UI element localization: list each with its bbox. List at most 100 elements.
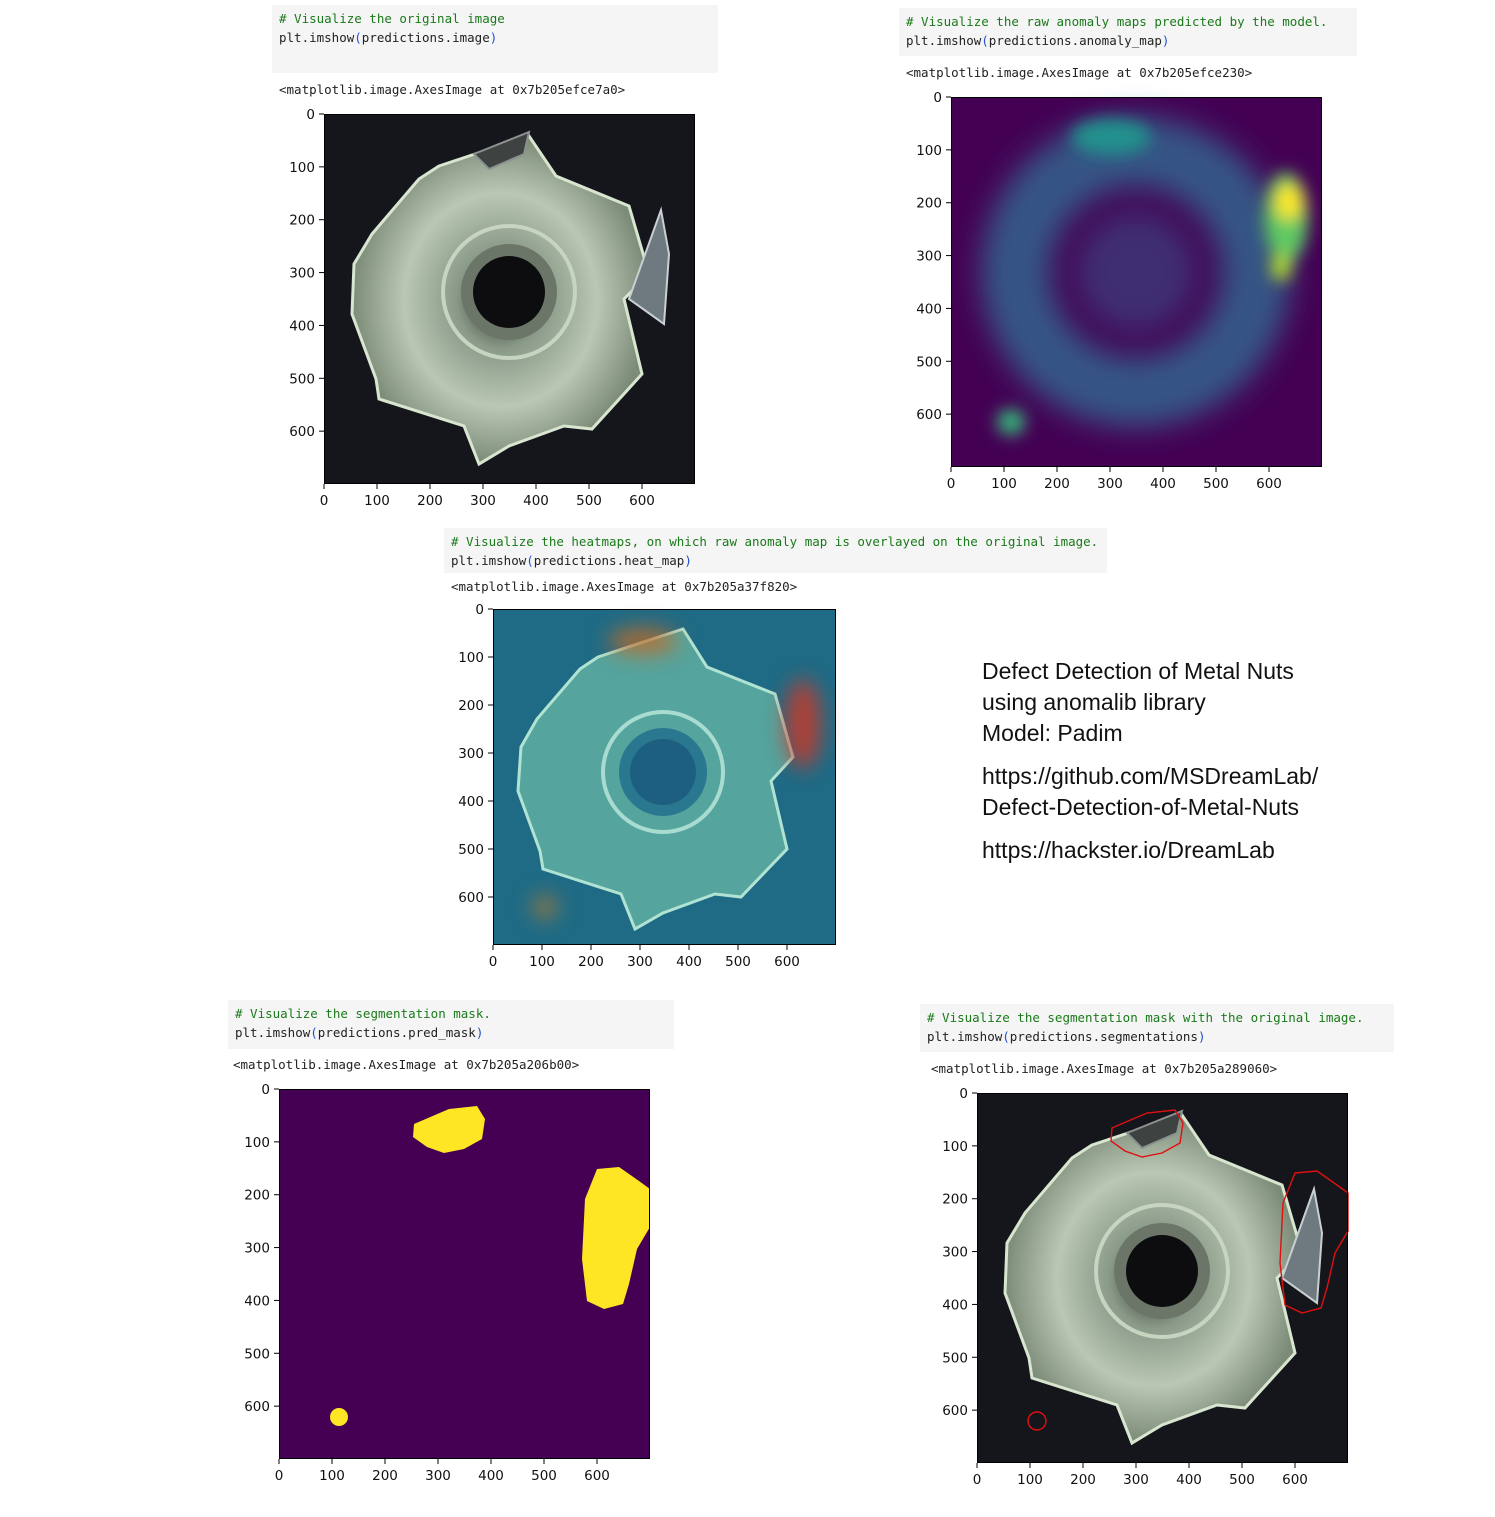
project-info: Defect Detection of Metal Nuts using ano… [982, 656, 1318, 878]
y-tick-label: 0 [261, 1082, 270, 1098]
github-link-line-1: https://github.com/MSDreamLab/ [982, 763, 1319, 789]
plot-heat-map: 0 100 200 300 400 500 600 0 100 200 300 400 500 600 [458, 602, 836, 970]
y-tick-label: 200 [244, 1188, 270, 1204]
y-tick-label: 100 [458, 650, 484, 666]
x-tick-label: 0 [973, 1472, 982, 1488]
y-tick-label: 500 [916, 354, 942, 370]
code-comment: # Visualize the raw anomaly maps predict… [906, 14, 1328, 29]
y-tick-label: 500 [244, 1346, 270, 1362]
y-tick-label: 400 [942, 1297, 968, 1313]
y-tick-label: 400 [916, 301, 942, 317]
code-cell-anomaly-map[interactable]: # Visualize the raw anomaly maps predict… [899, 8, 1357, 56]
plot-anomaly-map: 0 100 200 300 400 500 600 0 100 200 300 400 500 600 [916, 90, 1322, 492]
x-tick-label: 100 [364, 493, 390, 509]
title-line-1: Defect Detection of Metal Nuts [982, 658, 1294, 684]
x-tick-label: 500 [1203, 476, 1229, 492]
x-tick-label: 100 [529, 954, 555, 970]
code-line: plt.imshow(predictions.anomaly_map) [906, 33, 1170, 48]
model-name: Model: Padim [982, 720, 1123, 746]
x-tick-label: 300 [470, 493, 496, 509]
y-tick-label: 100 [244, 1135, 270, 1151]
x-tick-label: 0 [320, 493, 329, 509]
x-tick-label: 400 [1176, 1472, 1202, 1488]
x-tick-label: 200 [417, 493, 443, 509]
y-tick-label: 500 [942, 1350, 968, 1366]
cell-output-text: <matplotlib.image.AxesImage at 0x7b205a2… [233, 1057, 580, 1072]
code-cell-segmentations[interactable]: # Visualize the segmentation mask with t… [920, 1004, 1394, 1052]
y-tick-label: 200 [458, 698, 484, 714]
project-title: Defect Detection of Metal Nuts using ano… [982, 656, 1318, 749]
cell-output-text: <matplotlib.image.AxesImage at 0x7b205a2… [931, 1061, 1278, 1076]
y-tick-label: 200 [289, 213, 315, 229]
github-link[interactable]: https://github.com/MSDreamLab/ Defect-De… [982, 761, 1318, 823]
y-tick-label: 400 [458, 794, 484, 810]
y-tick-label: 300 [942, 1245, 968, 1261]
y-tick-label: 600 [289, 424, 315, 440]
heat-map-axes: 0 100 200 300 400 500 600 0 100 200 300 400 500 600 [458, 602, 836, 970]
y-tick-label: 600 [458, 890, 484, 906]
code-cell-pred-mask[interactable]: # Visualize the segmentation mask. plt.i… [228, 1000, 674, 1049]
y-tick-label: 100 [916, 143, 942, 159]
x-tick-label: 300 [627, 954, 653, 970]
github-link-line-2: Defect-Detection-of-Metal-Nuts [982, 794, 1299, 820]
x-tick-label: 500 [576, 493, 602, 509]
y-tick-label: 600 [942, 1403, 968, 1419]
y-tick-label: 100 [289, 160, 315, 176]
x-tick-label: 200 [1044, 476, 1070, 492]
y-tick-label: 300 [289, 266, 315, 282]
x-tick-label: 600 [1256, 476, 1282, 492]
cell-output-text: <matplotlib.image.AxesImage at 0x7b205ef… [906, 65, 1253, 80]
y-tick-label: 500 [458, 842, 484, 858]
x-tick-label: 300 [1097, 476, 1123, 492]
x-tick-label: 100 [319, 1468, 345, 1484]
y-tick-label: 0 [475, 602, 484, 618]
code-line: plt.imshow(predictions.pred_mask) [235, 1025, 484, 1040]
x-tick-label: 200 [372, 1468, 398, 1484]
original-image-axes: 0 100 200 300 400 500 600 0 100 200 300 400 500 600 [289, 107, 695, 509]
x-tick-label: 600 [629, 493, 655, 509]
y-tick-label: 200 [942, 1192, 968, 1208]
x-tick-label: 0 [275, 1468, 284, 1484]
x-tick-label: 400 [478, 1468, 504, 1484]
code-comment: # Visualize the heatmaps, on which raw a… [451, 534, 1099, 549]
x-tick-label: 0 [947, 476, 956, 492]
y-tick-label: 400 [244, 1293, 270, 1309]
code-line: plt.imshow(predictions.heat_map) [451, 553, 692, 568]
x-tick-label: 300 [1123, 1472, 1149, 1488]
code-comment: # Visualize the segmentation mask with t… [927, 1010, 1364, 1025]
plot-segmentations: 0 100 200 300 400 500 600 0 100 200 300 400 500 600 [942, 1086, 1349, 1488]
y-tick-label: 0 [933, 90, 942, 106]
hackster-link[interactable]: https://hackster.io/DreamLab [982, 835, 1318, 866]
x-tick-label: 600 [584, 1468, 610, 1484]
code-line: plt.imshow(predictions.segmentations) [927, 1029, 1206, 1044]
pred-mask-axes: 0 100 200 300 400 500 600 0 100 200 300 400 500 600 [244, 1082, 650, 1484]
plot-pred-mask: 0 100 200 300 400 500 600 0 100 200 300 400 500 600 [244, 1082, 650, 1484]
code-comment: # Visualize the original image [279, 11, 505, 26]
x-tick-label: 500 [531, 1468, 557, 1484]
title-line-2: using anomalib library [982, 689, 1206, 715]
x-tick-label: 0 [489, 954, 498, 970]
segmentations-axes: 0 100 200 300 400 500 600 0 100 200 300 400 500 600 [942, 1086, 1349, 1488]
x-tick-label: 600 [774, 954, 800, 970]
y-tick-label: 600 [916, 407, 942, 423]
code-cell-heat-map[interactable]: # Visualize the heatmaps, on which raw a… [444, 528, 1107, 573]
x-tick-label: 100 [1017, 1472, 1043, 1488]
x-tick-label: 300 [425, 1468, 451, 1484]
mask-region-small [330, 1408, 348, 1426]
x-tick-label: 500 [1229, 1472, 1255, 1488]
x-tick-label: 500 [725, 954, 751, 970]
x-tick-label: 400 [523, 493, 549, 509]
y-tick-label: 200 [916, 196, 942, 212]
code-line: plt.imshow(predictions.image) [279, 30, 498, 45]
y-tick-label: 300 [916, 249, 942, 265]
y-tick-label: 0 [306, 107, 315, 123]
y-tick-label: 300 [458, 746, 484, 762]
plot-original-image: 0 100 200 300 400 500 600 0 100 200 300 400 500 600 [289, 107, 695, 509]
x-tick-label: 200 [1070, 1472, 1096, 1488]
code-comment: # Visualize the segmentation mask. [235, 1006, 491, 1021]
y-tick-label: 100 [942, 1139, 968, 1155]
code-cell-original-image[interactable]: # Visualize the original image plt.imsho… [272, 5, 718, 73]
y-tick-label: 0 [959, 1086, 968, 1102]
anomaly-map-axes: 0 100 200 300 400 500 600 0 100 200 300 400 500 600 [916, 90, 1322, 492]
cell-output-text: <matplotlib.image.AxesImage at 0x7b205ef… [279, 82, 626, 97]
